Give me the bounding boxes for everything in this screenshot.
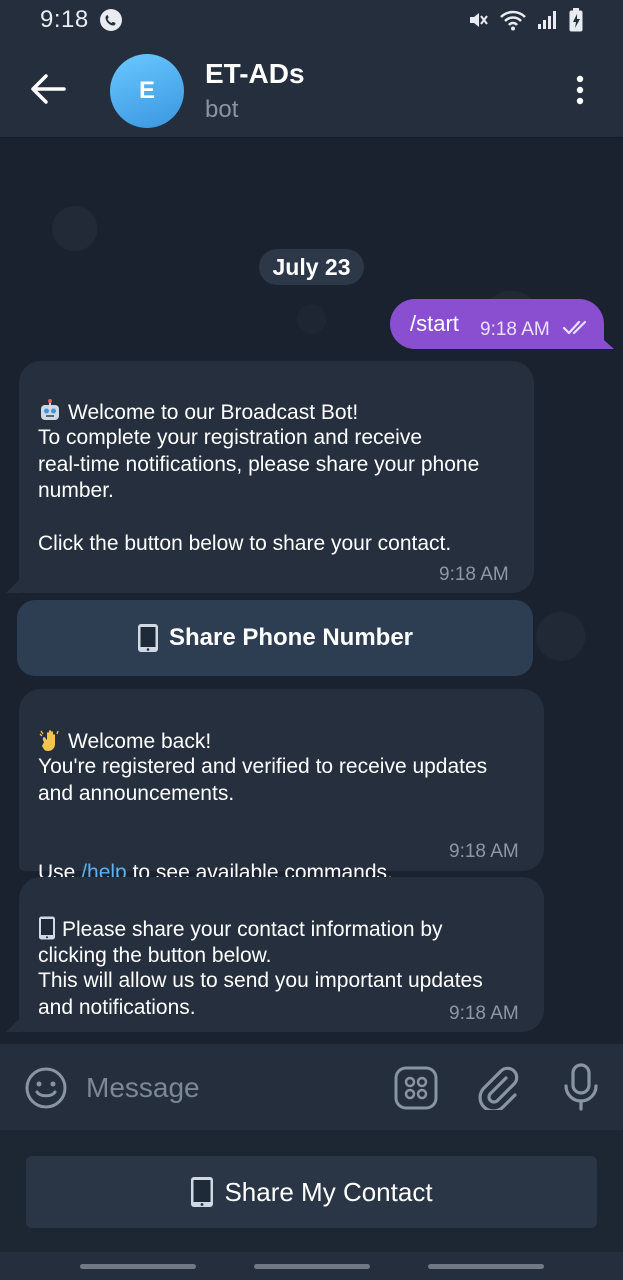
avatar[interactable]: E <box>110 54 184 128</box>
bubble-tail <box>6 577 22 593</box>
button-label: Share My Contact <box>224 1176 433 1207</box>
message-body: To complete your registration and receiv… <box>38 426 480 555</box>
message-heading: Please share your contact information by… <box>38 917 443 968</box>
message-time: 9:18 AM <box>449 1003 519 1024</box>
nav-recents-handle[interactable] <box>80 1264 196 1269</box>
message-input-bar <box>0 1044 623 1130</box>
reply-keyboard: Share My Contact <box>0 1130 623 1252</box>
status-time: 9:18 <box>40 6 89 33</box>
wifi-icon <box>500 10 526 31</box>
date-chip: July 23 <box>259 249 364 285</box>
mute-icon <box>470 13 488 27</box>
outgoing-message[interactable]: /start 9:18 AM <box>390 299 604 349</box>
message-time: 9:18 AM <box>449 841 519 862</box>
signal-icon <box>538 11 556 29</box>
attach-paperclip-icon[interactable] <box>476 1064 520 1110</box>
microphone-icon[interactable] <box>560 1062 602 1112</box>
message-input[interactable] <box>86 1068 376 1108</box>
waving-hand-emoji-icon <box>39 729 59 751</box>
button-label: Share Phone Number <box>168 624 414 651</box>
emoji-smile-icon[interactable] <box>24 1066 68 1110</box>
system-nav-bar <box>0 1252 623 1280</box>
incoming-message[interactable]: Please share your contact information by… <box>19 877 544 1032</box>
status-left: 9:18 <box>40 6 123 34</box>
message-heading: Welcome to our Broadcast Bot! <box>68 400 359 424</box>
more-vertical-icon[interactable] <box>568 74 592 106</box>
back-arrow-icon[interactable] <box>28 72 66 106</box>
share-phone-number-button[interactable]: Share Phone Number <box>17 600 533 676</box>
double-check-icon <box>562 320 587 335</box>
message-title-line: Welcome to our Broadcast Bot! <box>38 372 358 426</box>
status-icons <box>467 8 583 32</box>
status-bar: 9:18 <box>0 0 623 40</box>
message-text: /start <box>410 311 459 336</box>
mobile-phone-icon <box>137 624 158 652</box>
share-my-contact-button[interactable]: Share My Contact <box>26 1156 597 1228</box>
message-body: This will allow us to send you important… <box>38 969 483 1019</box>
mobile-phone-emoji-icon <box>39 916 55 939</box>
incoming-message[interactable]: Welcome back! You're registered and veri… <box>19 689 544 884</box>
message-body: You're registered and verified to receiv… <box>38 755 488 805</box>
bot-commands-icon[interactable] <box>394 1066 438 1110</box>
chat-subtitle: bot <box>205 96 239 123</box>
nav-home-handle[interactable] <box>254 1264 370 1269</box>
phone-call-icon <box>99 9 122 31</box>
incoming-message[interactable]: Welcome to our Broadcast Bot! To complet… <box>19 361 534 593</box>
bubble-tail <box>6 1016 22 1032</box>
nav-back-handle[interactable] <box>428 1264 544 1269</box>
message-time: 9:18 AM <box>439 564 509 585</box>
mobile-phone-icon <box>191 1177 214 1207</box>
message-title-line: Please share your contact information by… <box>38 889 443 970</box>
message-heading: Welcome back! <box>68 729 212 753</box>
message-time: 9:18 AM <box>480 319 550 340</box>
battery-icon <box>569 8 583 32</box>
chat-header: E ET-ADs bot <box>0 40 623 138</box>
message-title-line: Welcome back! <box>38 701 211 755</box>
chat-title[interactable]: ET-ADs <box>205 58 305 90</box>
robot-emoji-icon <box>41 398 59 420</box>
chat-area[interactable]: July 23 /start 9:18 AM Welcome to our Br… <box>0 138 623 1044</box>
